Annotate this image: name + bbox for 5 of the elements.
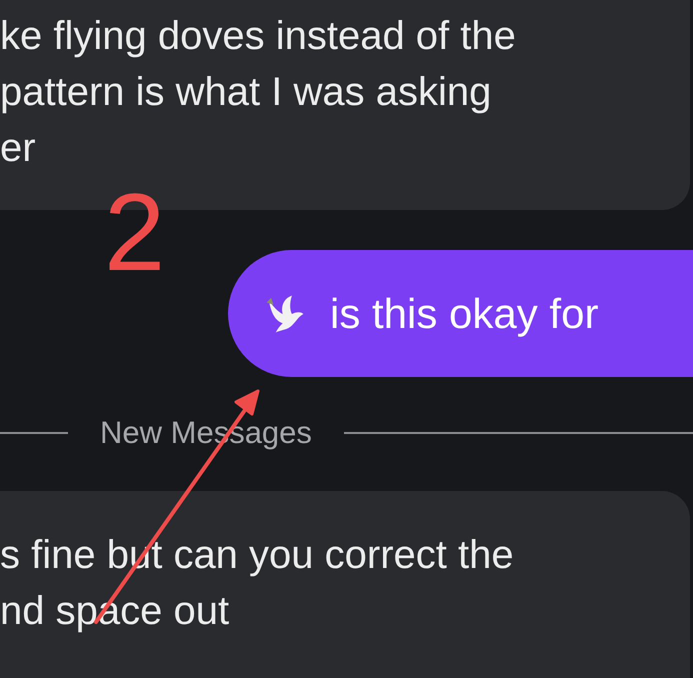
message-text: is this okay for (330, 290, 598, 338)
annotation-number: 2 (104, 178, 166, 288)
message-text: pattern is what I was asking (0, 69, 492, 116)
message-text: ke flying doves instead of the (0, 13, 517, 60)
message-text: er (0, 125, 37, 172)
